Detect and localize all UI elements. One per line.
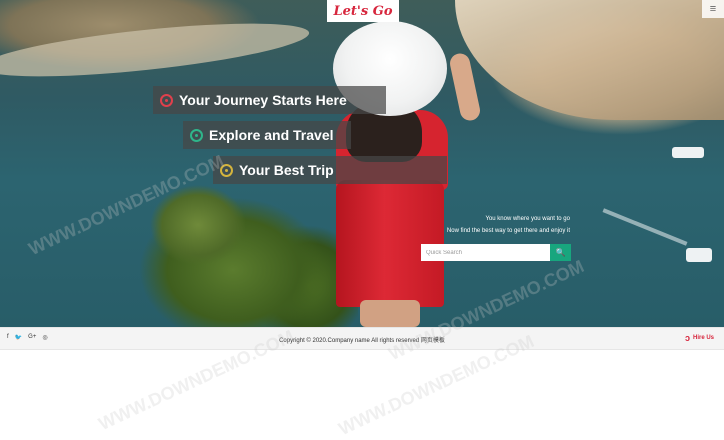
search-hint-subtext: Now find the best way to get there and e… xyxy=(446,228,570,234)
search-button[interactable]: 🔍 xyxy=(550,244,571,261)
copyright-text: Copyright © 2020.Company name All rights… xyxy=(279,338,445,344)
arm xyxy=(448,51,482,123)
brand-logo[interactable]: Let's Go xyxy=(327,0,399,22)
hire-icon: ↄ xyxy=(684,333,690,343)
menu-icon[interactable]: ≡ xyxy=(702,0,724,18)
tagline-text: Explore and Travel xyxy=(209,127,334,143)
tagline-journey: Your Journey Starts Here xyxy=(153,86,386,114)
tagline-text: Your Best Trip xyxy=(239,162,334,178)
quick-search-input[interactable] xyxy=(421,244,550,261)
hire-us-label: Hire Us xyxy=(692,335,714,341)
footer: f 🐦 G+ ◎ Copyright © 2020.Company name A… xyxy=(0,327,724,350)
tagline-best-trip: Your Best Trip xyxy=(213,156,447,184)
legs xyxy=(360,300,420,327)
circle-dot-icon xyxy=(220,163,233,177)
circle-dot-icon xyxy=(160,93,173,107)
tagline-text: Your Journey Starts Here xyxy=(179,92,347,108)
tagline-explore: Explore and Travel xyxy=(183,121,351,149)
hire-us-link[interactable]: ↄ Hire Us xyxy=(685,333,714,343)
circle-dot-icon xyxy=(190,128,203,142)
search-hint-heading: You know where you want to go xyxy=(485,216,570,222)
search-icon: 🔍 xyxy=(555,248,566,257)
